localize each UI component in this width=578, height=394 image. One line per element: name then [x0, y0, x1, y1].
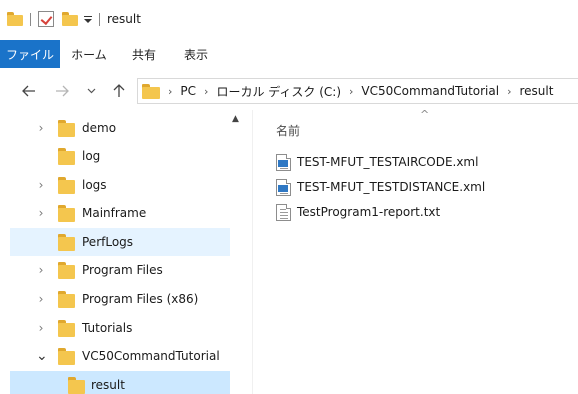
tab-share[interactable]: 共有 — [118, 40, 170, 68]
text-file-icon — [276, 203, 291, 221]
folder-icon — [58, 319, 75, 337]
nav-item-label: Program Files — [82, 263, 163, 277]
sort-ascending-icon: ^ — [420, 108, 430, 121]
nav-item-demo[interactable]: › demo — [10, 114, 230, 142]
folder-icon — [58, 176, 75, 194]
breadcrumb-separator: › — [349, 84, 354, 98]
collapse-chevron-icon[interactable]: ⌄ — [36, 348, 48, 364]
nav-item-label: PerfLogs — [82, 235, 134, 249]
toolbar-divider — [30, 12, 31, 26]
file-item[interactable]: TEST-MFUT_TESTAIRCODE.xml — [276, 151, 478, 173]
properties-check-icon[interactable] — [38, 11, 54, 27]
nav-item-perflogs[interactable]: PerfLogs — [10, 228, 230, 256]
expand-chevron-icon[interactable]: › — [36, 121, 46, 135]
folder-icon — [58, 119, 75, 137]
nav-item-label: result — [91, 378, 125, 392]
customize-toolbar-icon[interactable] — [84, 15, 92, 23]
file-item[interactable]: TestProgram1-report.txt — [276, 201, 440, 223]
file-name: TEST-MFUT_TESTAIRCODE.xml — [297, 155, 479, 169]
expand-chevron-icon[interactable]: › — [36, 178, 46, 192]
breadcrumb-local-disk[interactable]: ローカル ディスク (C:) — [216, 83, 341, 100]
up-arrow-icon[interactable] — [106, 76, 132, 106]
folder-icon — [58, 147, 75, 165]
window-title: result — [107, 12, 141, 26]
scroll-up-icon[interactable]: ▲ — [232, 114, 239, 124]
xml-file-icon — [276, 178, 291, 196]
folder-icon — [68, 376, 85, 394]
nav-item-result[interactable]: result — [10, 371, 230, 394]
nav-item-label: demo — [82, 121, 117, 135]
new-folder-icon[interactable] — [62, 12, 78, 26]
nav-item-label: VC50CommandTutorial — [82, 349, 220, 363]
toolbar-divider — [99, 12, 100, 26]
folder-icon — [142, 83, 160, 99]
nav-item-label: Program Files (x86) — [82, 292, 199, 306]
nav-item-log[interactable]: log — [10, 142, 230, 170]
breadcrumb-vc50commandtutorial[interactable]: VC50CommandTutorial — [361, 84, 499, 98]
expand-chevron-icon[interactable]: › — [36, 263, 46, 277]
tab-view[interactable]: 表示 — [170, 40, 222, 68]
tab-file[interactable]: ファイル — [0, 40, 60, 68]
nav-item-label: Mainframe — [82, 206, 147, 220]
tab-home[interactable]: ホーム — [60, 40, 118, 68]
folder-icon — [58, 347, 75, 365]
folder-icon — [7, 12, 23, 26]
nav-item-label: logs — [82, 178, 107, 192]
nav-item-mainframe[interactable]: › Mainframe — [10, 199, 230, 227]
navigation-pane: › demo log › logs › Mainframe PerfLogs › — [0, 114, 240, 394]
nav-item-label: Tutorials — [82, 321, 133, 335]
nav-item-logs[interactable]: › logs — [10, 171, 230, 199]
file-item[interactable]: TEST-MFUT_TESTDISTANCE.xml — [276, 176, 485, 198]
expand-chevron-icon[interactable]: › — [36, 292, 46, 306]
nav-item-program-files[interactable]: › Program Files — [10, 256, 230, 284]
chevron-down-icon[interactable] — [80, 76, 102, 106]
breadcrumb-separator: › — [204, 84, 209, 98]
breadcrumb-separator: › — [507, 84, 512, 98]
breadcrumb-pc[interactable]: PC — [180, 84, 196, 98]
column-header-name[interactable]: 名前 — [276, 122, 300, 139]
breadcrumb-separator: › — [168, 84, 173, 98]
folder-icon — [58, 204, 75, 222]
forward-arrow-icon[interactable] — [48, 76, 76, 106]
file-name: TEST-MFUT_TESTDISTANCE.xml — [297, 180, 486, 194]
expand-chevron-icon[interactable]: › — [36, 206, 46, 220]
address-bar[interactable]: › PC › ローカル ディスク (C:) › VC50CommandTutor… — [137, 78, 578, 104]
expand-chevron-icon[interactable]: › — [36, 321, 46, 335]
nav-item-program-files-x86[interactable]: › Program Files (x86) — [10, 285, 230, 313]
folder-icon — [58, 290, 75, 308]
nav-item-vc50commandtutorial[interactable]: ⌄ VC50CommandTutorial — [10, 342, 230, 370]
folder-icon — [58, 233, 75, 251]
file-name: TestProgram1-report.txt — [297, 205, 441, 219]
back-arrow-icon[interactable] — [14, 76, 44, 106]
pane-divider[interactable] — [252, 110, 253, 394]
title-bar: result — [0, 0, 578, 38]
ribbon-tabs: ファイル ホーム 共有 表示 — [0, 40, 578, 68]
xml-file-icon — [276, 153, 291, 171]
breadcrumb-result[interactable]: result — [519, 84, 553, 98]
nav-item-label: log — [82, 149, 101, 163]
navigation-bar: › PC › ローカル ディスク (C:) › VC50CommandTutor… — [0, 76, 578, 106]
nav-item-tutorials[interactable]: › Tutorials — [10, 314, 230, 342]
folder-icon — [58, 261, 75, 279]
file-list: ^ 名前 TEST-MFUT_TESTAIRCODE.xml TEST-MFUT… — [262, 108, 578, 394]
